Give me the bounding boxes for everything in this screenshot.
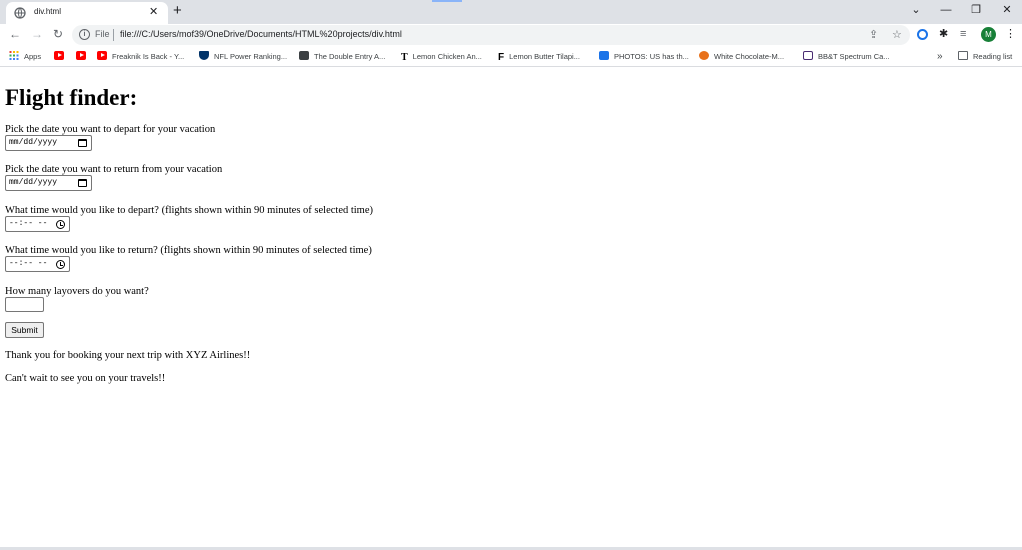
- depart-date-placeholder: mm/dd/yyyy: [9, 138, 58, 147]
- media-control-icon[interactable]: ≡: [960, 27, 966, 41]
- bookmark-lemon-tilapia[interactable]: F Lemon Butter Tilapi...: [498, 50, 580, 63]
- url-text[interactable]: file:///C:/Users/mof39/OneDrive/Document…: [120, 28, 402, 41]
- bookmark-freaknik[interactable]: Freaknik Is Back - Y...: [97, 50, 184, 63]
- address-divider: [113, 29, 114, 41]
- bookmark-youtube-1[interactable]: [54, 50, 69, 63]
- calendar-icon[interactable]: [78, 139, 87, 147]
- atlantic-icon: [299, 51, 309, 60]
- reading-list-icon: [958, 51, 968, 60]
- return-date-input[interactable]: mm/dd/yyyy: [5, 175, 92, 191]
- tab-title: div.html: [34, 7, 61, 16]
- minimize-button[interactable]: —: [939, 3, 953, 17]
- globe-icon: [14, 7, 26, 19]
- bookmark-label: Freaknik Is Back - Y...: [112, 52, 185, 61]
- reading-list-label: Reading list: [973, 52, 1013, 61]
- bookmark-bbt[interactable]: BB&T Spectrum Ca...: [803, 50, 890, 63]
- calendar-icon[interactable]: [78, 179, 87, 187]
- browser-tab[interactable]: div.html ✕: [6, 2, 168, 24]
- submit-button[interactable]: Submit: [5, 322, 44, 338]
- bbt-icon: [803, 51, 813, 60]
- tab-search-icon[interactable]: ⌄: [909, 3, 923, 17]
- depart-time-input[interactable]: --:-- --: [5, 216, 70, 232]
- browser-toolbar: ← → ↻ i File file:///C:/Users/mof39/OneD…: [0, 24, 1022, 46]
- extensions-puzzle-icon[interactable]: ✱: [939, 27, 948, 41]
- tab-strip: div.html ✕ + ⌄ — ❐ ✕: [0, 0, 1022, 24]
- return-time-input[interactable]: --:-- --: [5, 256, 70, 272]
- new-tab-button[interactable]: +: [173, 2, 182, 20]
- depart-date-input[interactable]: mm/dd/yyyy: [5, 135, 92, 151]
- reading-list-button[interactable]: Reading list: [958, 50, 1012, 63]
- share-icon[interactable]: ⇪: [869, 28, 878, 42]
- bookmark-label: NFL Power Ranking...: [214, 52, 288, 61]
- tab-close-icon[interactable]: ✕: [149, 5, 158, 19]
- bookmark-white-chocolate[interactable]: White Chocolate-M...: [699, 50, 784, 63]
- clock-icon[interactable]: [56, 220, 65, 229]
- return-time-placeholder: --:-- --: [9, 259, 48, 268]
- bookmark-label: Apps: [24, 52, 42, 61]
- youtube-icon: [97, 51, 107, 60]
- f-icon: F: [498, 52, 505, 63]
- allrecipes-icon: [699, 51, 709, 60]
- t-icon: T: [401, 52, 408, 63]
- bookmark-youtube-2[interactable]: [76, 50, 91, 63]
- youtube-icon: [54, 51, 64, 60]
- tab-drag-indicator: [432, 0, 462, 2]
- bookmark-lemon-chicken[interactable]: T Lemon Chicken An...: [401, 50, 482, 63]
- farewell-text: Can't wait to see you on your travels!!: [5, 373, 166, 384]
- bookmark-label: Lemon Chicken An...: [412, 52, 482, 61]
- bookmark-nfl[interactable]: NFL Power Ranking...: [199, 50, 287, 63]
- extension-o-icon[interactable]: [917, 29, 928, 40]
- news-icon: [599, 51, 609, 60]
- bookmark-label: The Double Entry A...: [314, 52, 386, 61]
- reload-button[interactable]: ↻: [53, 27, 63, 41]
- restore-button[interactable]: ❐: [969, 3, 983, 17]
- bookmark-label: PHOTOS: US has th...: [614, 52, 689, 61]
- bookmarks-overflow-button[interactable]: »: [937, 50, 943, 63]
- forward-button[interactable]: →: [31, 27, 43, 41]
- page-content: Flight finder: Pick the date you want to…: [0, 68, 1022, 548]
- youtube-icon: [76, 51, 86, 60]
- apps-grid-icon: [9, 51, 19, 60]
- bookmark-double-entry[interactable]: The Double Entry A...: [299, 50, 385, 63]
- thank-you-text: Thank you for booking your next trip wit…: [5, 350, 251, 361]
- page-heading: Flight finder:: [5, 85, 138, 110]
- bookmark-label: White Chocolate-M...: [714, 52, 785, 61]
- bookmark-apps[interactable]: Apps: [9, 50, 41, 63]
- site-info-icon[interactable]: i: [79, 29, 90, 40]
- scheme-label: File: [95, 29, 110, 39]
- profile-avatar[interactable]: M: [981, 27, 996, 42]
- address-bar[interactable]: i File file:///C:/Users/mof39/OneDrive/D…: [72, 25, 910, 45]
- bookmark-label: Lemon Butter Tilapi...: [509, 52, 580, 61]
- return-date-placeholder: mm/dd/yyyy: [9, 178, 58, 187]
- depart-time-placeholder: --:-- --: [9, 219, 48, 228]
- bookmark-label: BB&T Spectrum Ca...: [818, 52, 890, 61]
- bookmark-photos[interactable]: PHOTOS: US has th...: [599, 50, 689, 63]
- clock-icon[interactable]: [56, 260, 65, 269]
- bookmarks-bar: Apps Freaknik Is Back - Y... NFL Power R…: [0, 46, 1022, 67]
- close-window-button[interactable]: ✕: [1000, 3, 1014, 17]
- nfl-icon: [199, 51, 209, 60]
- back-button[interactable]: ←: [9, 27, 21, 41]
- bookmark-star-icon[interactable]: ☆: [892, 28, 902, 42]
- layovers-input[interactable]: [5, 297, 44, 312]
- kebab-menu-icon[interactable]: ⋮: [1005, 27, 1016, 41]
